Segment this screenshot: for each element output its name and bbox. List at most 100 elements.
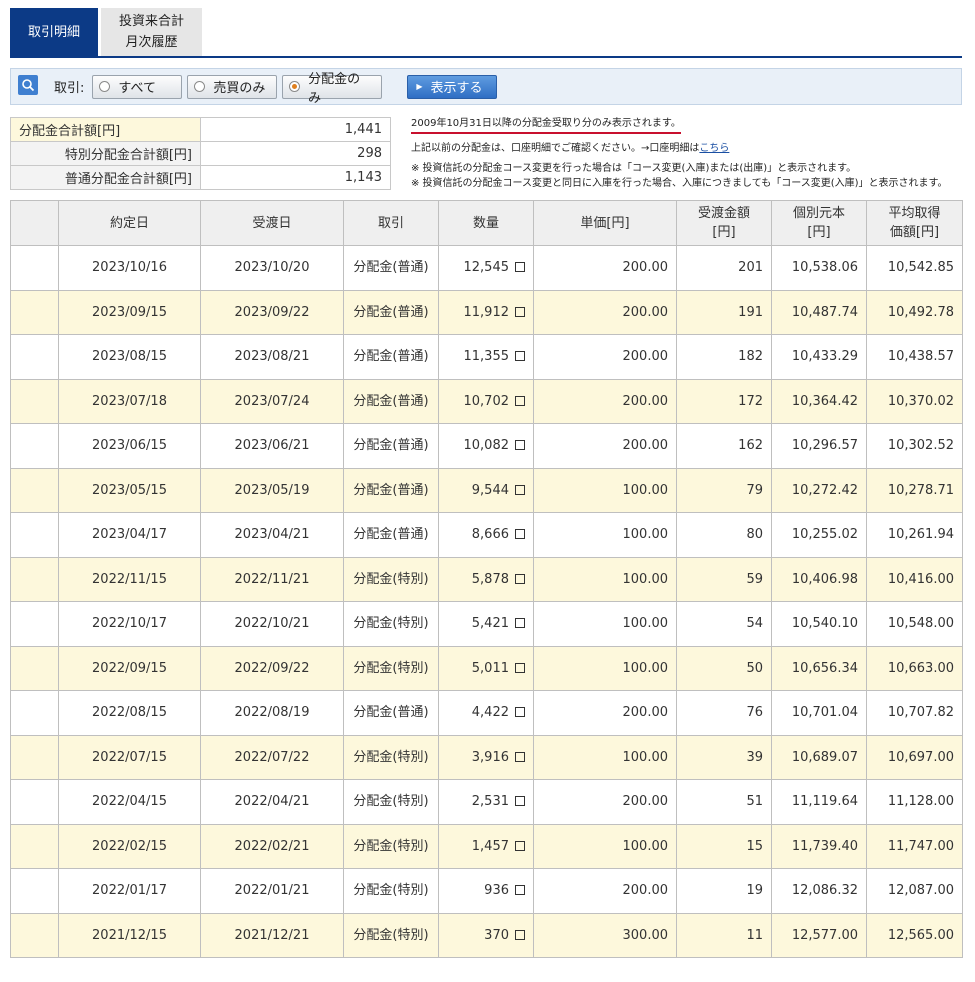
principal-cell: 10,540.10 [771,601,867,647]
show-button-label: 表示する [430,81,483,96]
checkbox-icon[interactable] [515,885,525,896]
avg-cost-cell: 11,128.00 [866,779,963,825]
avg-cost-cell: 12,087.00 [866,868,963,914]
checkbox-icon[interactable] [515,707,525,718]
avg-cost-cell: 10,492.78 [866,289,963,335]
radio-selected-icon [289,81,301,92]
table-row: 2022/02/15 2022/02/21 分配金(特別) 1,457 100.00 15… [10,823,963,869]
unit-price-cell: 200.00 [533,779,677,825]
checkbox-icon[interactable] [515,395,525,406]
settle-date-cell: 2022/04/21 [200,779,344,825]
filter-option-distributions[interactable]: 分配金のみ [282,72,383,106]
avg-cost-cell: 10,416.00 [866,556,963,602]
filter-option-trades[interactable]: 売買のみ [187,74,278,99]
type-cell: 分配金(特別) [343,779,439,825]
table-row: 2022/11/15 2022/11/21 分配金(特別) 5,878 100.00 59… [10,556,963,602]
checkbox-icon[interactable] [515,662,525,673]
checkbox-icon[interactable] [515,573,525,584]
row-blank-cell [10,556,59,602]
principal-cell: 12,577.00 [771,912,867,958]
summary-label: 分配金合計額[円] [10,117,201,142]
avg-cost-cell: 10,261.94 [866,512,963,558]
unit-price-cell: 200.00 [533,289,677,335]
amount-cell: 19 [676,868,772,914]
quantity-value: 12,545 [463,260,510,276]
search-icon [18,74,38,95]
amount-cell: 172 [676,378,772,424]
quantity-cell: 936 [438,868,534,914]
unit-price-cell: 300.00 [533,912,677,958]
checkbox-icon[interactable] [515,751,525,762]
trade-date-cell: 2021/12/15 [58,912,201,958]
quantity-value: 2,531 [471,794,509,810]
avg-cost-cell: 10,302.52 [866,423,963,469]
avg-cost-cell: 10,542.85 [866,245,963,291]
trade-date-cell: 2022/11/15 [58,556,201,602]
filter-option-all[interactable]: すべて [92,74,183,99]
checkbox-icon[interactable] [515,618,525,629]
amount-cell: 201 [676,245,772,291]
radio-icon [99,81,111,92]
tab-transaction-details[interactable]: 取引明細 [10,8,98,56]
principal-cell: 10,296.57 [771,423,867,469]
table-row: 2022/10/17 2022/10/21 分配金(特別) 5,421 100.00 54… [10,601,963,647]
checkbox-icon[interactable] [515,262,525,273]
amount-cell: 39 [676,734,772,780]
tab-monthly-history[interactable]: 投資来合計 月次履歴 [101,8,202,56]
play-arrow-icon: ▶ [416,82,423,91]
trade-date-cell: 2022/02/15 [58,823,201,869]
avg-cost-cell: 10,707.82 [866,690,963,736]
trade-date-cell: 2022/07/15 [58,734,201,780]
settle-date-cell: 2023/04/21 [200,512,344,558]
quantity-cell: 370 [438,912,534,958]
trade-date-cell: 2023/05/15 [58,467,201,513]
type-cell: 分配金(特別) [343,868,439,914]
quantity-cell: 11,355 [438,334,534,380]
header-principal: 個別元本 [円] [771,200,867,246]
amount-cell: 79 [676,467,772,513]
type-cell: 分配金(普通) [343,378,439,424]
header-type: 取引 [343,200,439,246]
checkbox-icon[interactable] [515,440,525,451]
settle-date-cell: 2023/07/24 [200,378,344,424]
account-statement-link[interactable]: こちら [699,143,729,154]
table-row: 2022/04/15 2022/04/21 分配金(特別) 2,531 200.00 51… [10,779,963,825]
checkbox-icon[interactable] [515,351,525,362]
quantity-cell: 5,011 [438,645,534,691]
quantity-cell: 4,422 [438,690,534,736]
summary-table: 分配金合計額[円] 1,441 特別分配金合計額[円] 298 普通分配金合計額… [10,117,391,190]
checkbox-icon[interactable] [515,840,525,851]
quantity-cell: 11,912 [438,289,534,335]
checkbox-icon[interactable] [515,529,525,540]
unit-price-cell: 100.00 [533,734,677,780]
amount-cell: 51 [676,779,772,825]
summary-value: 298 [200,141,391,166]
quantity-value: 936 [484,883,509,899]
header-avg-cost: 平均取得 価額[円] [866,200,963,246]
checkbox-icon[interactable] [515,306,525,317]
principal-cell: 10,689.07 [771,734,867,780]
row-blank-cell [10,645,59,691]
settle-date-cell: 2022/07/22 [200,734,344,780]
settle-date-cell: 2022/08/19 [200,690,344,736]
checkbox-icon[interactable] [515,929,525,940]
settle-date-cell: 2022/02/21 [200,823,344,869]
checkbox-icon[interactable] [515,796,525,807]
table-row: 2022/01/17 2022/01/21 分配金(特別) 936 200.00 19 12… [10,868,963,914]
principal-cell: 10,272.42 [771,467,867,513]
summary-row: 特別分配金合計額[円] 298 [10,141,391,166]
unit-price-cell: 100.00 [533,601,677,647]
checkbox-icon[interactable] [515,484,525,495]
filter-option-label: 分配金のみ [308,71,361,106]
row-blank-cell [10,378,59,424]
trade-date-cell: 2023/08/15 [58,334,201,380]
show-button[interactable]: ▶ 表示する [407,74,498,99]
principal-cell: 12,086.32 [771,868,867,914]
transactions-table: 約定日 受渡日 取引 数量 単価[円] 受渡金額 [円] 個別元本 [円] 平均… [10,200,963,958]
quantity-value: 5,011 [471,660,509,676]
summary-label: 普通分配金合計額[円] [10,165,201,190]
type-cell: 分配金(普通) [343,423,439,469]
filter-option-label: すべて [118,81,156,96]
trade-date-cell: 2022/01/17 [58,868,201,914]
table-header-row: 約定日 受渡日 取引 数量 単価[円] 受渡金額 [円] 個別元本 [円] 平均… [10,200,963,246]
